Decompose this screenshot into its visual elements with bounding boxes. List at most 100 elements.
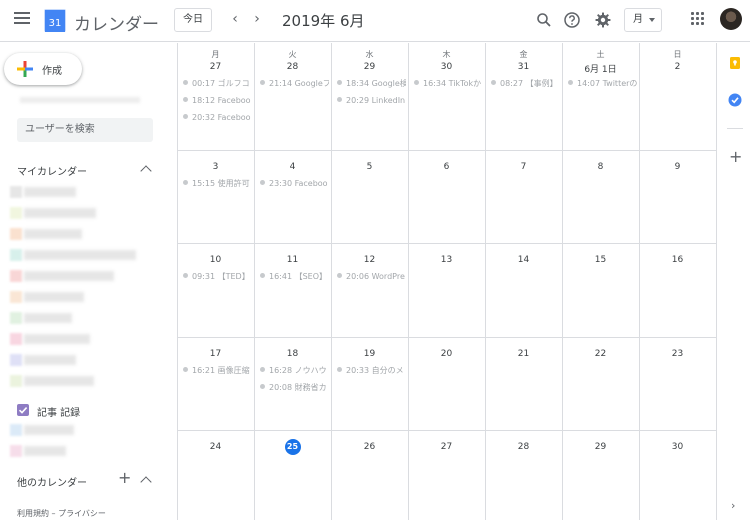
event-chip[interactable]: 09:31 【TED】 bbox=[183, 271, 252, 283]
previous-month-button[interactable]: ‹ bbox=[228, 11, 242, 29]
day-number[interactable]: 17 bbox=[177, 349, 254, 359]
app-title[interactable]: カレンダー bbox=[74, 10, 159, 35]
calendar-list-item[interactable] bbox=[10, 185, 160, 199]
day-number[interactable]: 13 bbox=[408, 255, 485, 265]
day-cell[interactable] bbox=[563, 44, 639, 150]
event-chip[interactable]: 20:08 財務省カ bbox=[260, 382, 329, 394]
day-number[interactable]: 26 bbox=[331, 442, 408, 452]
day-number[interactable]: 28 bbox=[485, 442, 562, 452]
day-number[interactable]: 6 bbox=[408, 162, 485, 172]
day-number[interactable]: 8 bbox=[562, 162, 639, 172]
day-number[interactable]: 9 bbox=[639, 162, 716, 172]
event-chip[interactable]: 16:34 TikTokか bbox=[414, 78, 483, 90]
day-number[interactable]: 3 bbox=[177, 162, 254, 172]
add-other-calendar-icon[interactable]: + bbox=[118, 470, 131, 486]
day-number[interactable]: 14 bbox=[485, 255, 562, 265]
event-title: 09:31 【TED】 bbox=[192, 272, 250, 281]
help-icon[interactable] bbox=[563, 11, 581, 29]
day-number[interactable]: 12 bbox=[331, 255, 408, 265]
account-avatar[interactable] bbox=[720, 8, 742, 30]
calendar-list-item[interactable] bbox=[10, 269, 160, 283]
other-calendars-title[interactable]: 他のカレンダー bbox=[17, 474, 87, 489]
calendar-list-item[interactable] bbox=[10, 227, 160, 241]
event-chip[interactable]: 18:12 Faceboo bbox=[183, 95, 252, 107]
event-chip[interactable]: 16:41 【SEO】 bbox=[260, 271, 329, 283]
event-chip[interactable]: 18:34 Google検 bbox=[337, 78, 406, 90]
apps-icon[interactable] bbox=[691, 12, 705, 26]
create-button[interactable]: 作成 bbox=[4, 53, 82, 85]
menu-icon[interactable] bbox=[14, 12, 30, 26]
day-number[interactable]: 11 bbox=[254, 255, 331, 265]
calendar-checkbox-checked[interactable] bbox=[17, 404, 29, 416]
calendar-list-item[interactable] bbox=[10, 444, 160, 458]
day-number[interactable]: 15 bbox=[562, 255, 639, 265]
event-chip[interactable]: 20:33 自分のメ bbox=[337, 365, 406, 377]
day-number[interactable]: 30 bbox=[639, 442, 716, 452]
day-number[interactable]: 27 bbox=[177, 62, 254, 72]
calendar-label[interactable]: 記事 記録 bbox=[37, 404, 80, 419]
calendar-list-item[interactable] bbox=[10, 206, 160, 220]
current-period-title: 2019年 6月 bbox=[282, 12, 365, 30]
event-chip[interactable]: 20:29 LinkedIn bbox=[337, 95, 406, 107]
day-number[interactable]: 6月 1日 bbox=[562, 62, 639, 75]
day-cell[interactable] bbox=[255, 44, 331, 150]
calendar-list-item[interactable] bbox=[10, 332, 160, 346]
day-number[interactable]: 23 bbox=[639, 349, 716, 359]
event-chip[interactable]: 21:14 Googleフ bbox=[260, 78, 329, 90]
tasks-icon[interactable] bbox=[728, 92, 742, 107]
day-number[interactable]: 21 bbox=[485, 349, 562, 359]
event-chip[interactable]: 16:21 画像圧縮 bbox=[183, 365, 252, 377]
calendar-logo-icon[interactable]: 31 bbox=[44, 9, 66, 32]
event-chip[interactable]: 20:06 WordPre bbox=[337, 271, 406, 283]
view-selector-dropdown[interactable]: 月 bbox=[624, 8, 662, 32]
calendar-list-item[interactable] bbox=[10, 248, 160, 262]
event-chip[interactable]: 16:28 ノウハウ bbox=[260, 365, 329, 377]
event-chip[interactable]: 08:27 【事例】 bbox=[491, 78, 560, 90]
day-number[interactable]: 20 bbox=[408, 349, 485, 359]
calendar-list-item[interactable] bbox=[10, 353, 160, 367]
keep-icon[interactable] bbox=[728, 55, 742, 69]
event-chip[interactable]: 20:32 Faceboo bbox=[183, 112, 252, 124]
day-number[interactable]: 4 bbox=[254, 162, 331, 172]
calendar-list-item[interactable] bbox=[10, 311, 160, 325]
day-number[interactable]: 10 bbox=[177, 255, 254, 265]
rail-divider bbox=[727, 128, 743, 129]
footer-links[interactable]: 利用規約 – プライバシー bbox=[17, 508, 106, 519]
day-cell[interactable] bbox=[486, 44, 562, 150]
day-number[interactable]: 24 bbox=[177, 442, 254, 452]
add-icon[interactable]: + bbox=[729, 149, 742, 165]
day-number[interactable]: 7 bbox=[485, 162, 562, 172]
day-number[interactable]: 2 bbox=[639, 62, 716, 72]
day-number[interactable]: 29 bbox=[331, 62, 408, 72]
settings-icon[interactable] bbox=[594, 11, 612, 29]
chevron-right-icon[interactable]: › bbox=[731, 499, 735, 512]
event-dot-icon bbox=[183, 180, 188, 185]
event-chip[interactable]: 00:17 ゴルフコ bbox=[183, 78, 252, 90]
day-number[interactable]: 30 bbox=[408, 62, 485, 72]
day-number[interactable]: 31 bbox=[485, 62, 562, 72]
day-cell[interactable] bbox=[409, 44, 485, 150]
search-users-input[interactable]: ユーザーを検索 bbox=[17, 118, 153, 142]
day-number[interactable]: 22 bbox=[562, 349, 639, 359]
calendar-list-item[interactable] bbox=[10, 374, 160, 388]
event-chip[interactable]: 14:07 Twitterの bbox=[568, 78, 637, 90]
event-chip[interactable]: 23:30 Faceboo bbox=[260, 178, 329, 190]
day-number[interactable]: 18 bbox=[254, 349, 331, 359]
calendar-list-item[interactable] bbox=[10, 423, 160, 437]
day-number[interactable]: 19 bbox=[331, 349, 408, 359]
day-number[interactable]: 27 bbox=[408, 442, 485, 452]
day-number[interactable]: 28 bbox=[254, 62, 331, 72]
day-number[interactable]: 5 bbox=[331, 162, 408, 172]
today-date-badge[interactable]: 25 bbox=[284, 439, 301, 455]
collapse-my-calendars-icon[interactable] bbox=[140, 165, 152, 177]
next-month-button[interactable]: › bbox=[250, 11, 264, 29]
collapse-other-calendars-icon[interactable] bbox=[140, 476, 152, 488]
event-chip[interactable]: 15:15 使用許可 bbox=[183, 178, 252, 190]
calendar-list-item[interactable] bbox=[10, 290, 160, 304]
day-cell[interactable] bbox=[640, 44, 716, 150]
today-button[interactable]: 今日 bbox=[174, 8, 212, 32]
day-number[interactable]: 16 bbox=[639, 255, 716, 265]
search-icon[interactable] bbox=[535, 11, 553, 29]
day-number[interactable]: 29 bbox=[562, 442, 639, 452]
my-calendars-title[interactable]: マイカレンダー bbox=[17, 163, 87, 178]
